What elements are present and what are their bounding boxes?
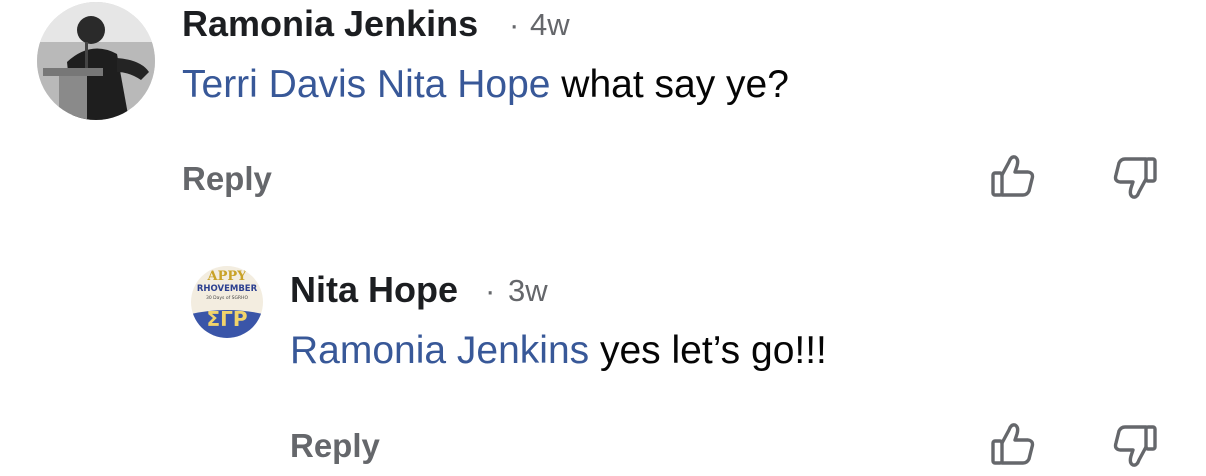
avatar-text-small: 30 Days of SGRHO bbox=[206, 295, 248, 301]
comment-timestamp[interactable]: 3w bbox=[508, 275, 548, 306]
comment-text: Terri Davis Nita Hope what say ye? bbox=[182, 65, 789, 104]
thumbs-up-icon[interactable] bbox=[990, 153, 1036, 199]
comment-separator: · bbox=[509, 7, 520, 42]
reply-button[interactable]: Reply bbox=[290, 429, 380, 462]
comment-author[interactable]: Nita Hope bbox=[290, 272, 458, 308]
avatar-text-mid: RHOVEMBER bbox=[197, 284, 258, 294]
comment-timestamp[interactable]: 4w bbox=[530, 9, 570, 40]
comment-separator: · bbox=[485, 273, 496, 308]
reply-button[interactable]: Reply bbox=[182, 162, 272, 195]
comment-text: Ramonia Jenkins yes let’s go!!! bbox=[290, 331, 827, 370]
comment-mentions[interactable]: Ramonia Jenkins bbox=[290, 329, 589, 372]
avatar-text-top: APPY bbox=[207, 269, 248, 284]
thumbs-down-icon[interactable] bbox=[1112, 155, 1158, 201]
avatar[interactable]: APPY RHOVEMBER 30 Days of SGRHO ΣΓΡ bbox=[191, 266, 263, 338]
comment-author[interactable]: Ramonia Jenkins bbox=[182, 6, 478, 42]
comment-mentions[interactable]: Terri Davis Nita Hope bbox=[182, 63, 550, 106]
thumbs-up-icon[interactable] bbox=[990, 421, 1036, 467]
thumbs-down-icon[interactable] bbox=[1112, 423, 1158, 469]
comment-message: yes let’s go!!! bbox=[589, 329, 827, 372]
avatar-text-letters: ΣΓΡ bbox=[206, 307, 247, 331]
comment-message: what say ye? bbox=[550, 63, 789, 106]
avatar[interactable] bbox=[37, 2, 155, 120]
